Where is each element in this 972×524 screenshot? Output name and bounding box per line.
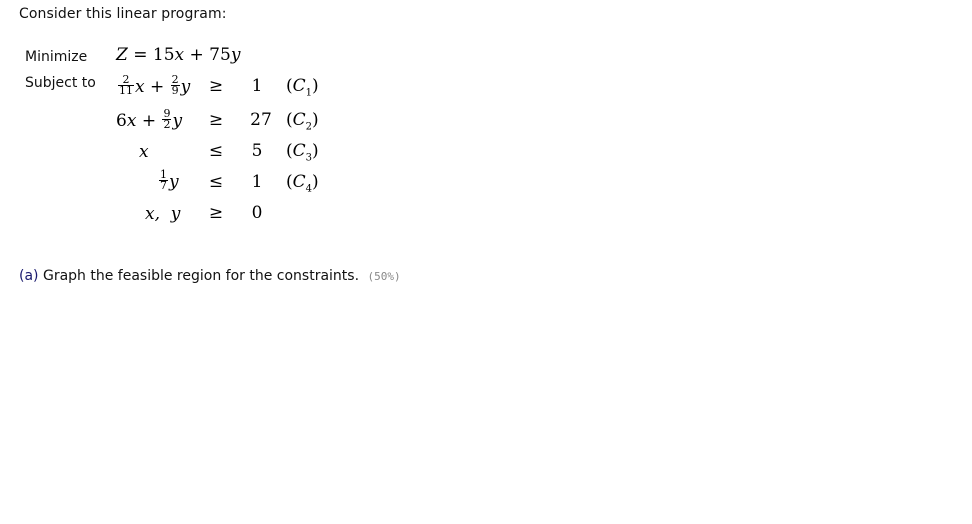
intro-text: Consider this linear program:: [19, 6, 227, 22]
fraction-denominator: 7: [160, 179, 167, 192]
nonnegativity-relation: ≥: [208, 203, 224, 223]
fraction-denominator: 2: [163, 118, 171, 131]
constraint-c2-relation: ≥: [208, 110, 224, 130]
constraint-c4-name: (C4): [286, 172, 319, 195]
constraint-letter: C: [292, 76, 306, 96]
constraint-subscript: 1: [305, 87, 313, 99]
variable: y: [172, 111, 183, 131]
fraction: 2 11: [118, 74, 134, 97]
constraint-c3-relation: ≤: [208, 141, 224, 161]
fraction: 17: [159, 169, 168, 192]
variable: y: [169, 172, 179, 192]
nonnegativity-rhs: 0: [251, 203, 263, 223]
constraint-subscript: 2: [305, 121, 313, 133]
constraint-c3-name: (C3): [286, 141, 319, 164]
constraint-c1-lhs: 2 11 x + 29y: [118, 73, 191, 97]
question-weight: (50%): [367, 270, 401, 283]
nonnegativity-lhs: x, y: [145, 204, 181, 224]
constraint-c1-name: (C1): [286, 76, 319, 99]
constraint-letter: C: [292, 141, 306, 161]
objective-equals: =: [133, 45, 148, 65]
constraint-c4-lhs: 17y: [158, 169, 179, 193]
fraction: 92: [162, 108, 172, 131]
constraint-subscript: 3: [305, 152, 313, 164]
objective-plus: +: [189, 45, 204, 65]
constraint-c1-rhs: 1: [251, 76, 263, 96]
minimize-label: Minimize: [25, 49, 88, 65]
objective-var-y: y: [230, 45, 241, 65]
constraint-c2-lhs: 6x + 92y: [116, 107, 183, 131]
constraint-c3-rhs: 5: [251, 141, 263, 161]
question-a: (a) Graph the feasible region for the co…: [19, 268, 401, 284]
constraint-c4-rhs: 1: [251, 172, 263, 192]
question-text: Graph the feasible region for the constr…: [42, 268, 360, 284]
objective-var-x: x: [174, 45, 185, 65]
constraint-subscript: 4: [305, 183, 313, 195]
constraint-c2-rhs: 27: [250, 110, 272, 130]
objective-coef-x: 15: [152, 45, 175, 65]
constraint-c4-relation: ≤: [208, 172, 224, 192]
objective-coef-y: 75: [209, 45, 231, 65]
variable: x: [139, 142, 149, 162]
question-label: (a): [19, 268, 39, 284]
objective-variable: Z: [116, 45, 128, 65]
variable: x: [135, 77, 145, 97]
fraction-denominator: 11: [119, 84, 133, 97]
constraint-c2-name: (C2): [286, 110, 319, 133]
coefficient: 6: [116, 111, 127, 131]
constraint-c3-lhs: x: [139, 142, 149, 162]
objective-function: Z = 15x + 75y: [116, 45, 240, 65]
subject-to-label: Subject to: [25, 75, 96, 91]
constraint-letter: C: [292, 110, 306, 130]
variable: x: [126, 111, 137, 131]
variable: y: [180, 77, 191, 97]
fraction: 29: [170, 74, 180, 97]
fraction-denominator: 9: [171, 84, 179, 97]
constraint-letter: C: [292, 172, 306, 192]
constraint-c1-relation: ≥: [208, 76, 224, 96]
